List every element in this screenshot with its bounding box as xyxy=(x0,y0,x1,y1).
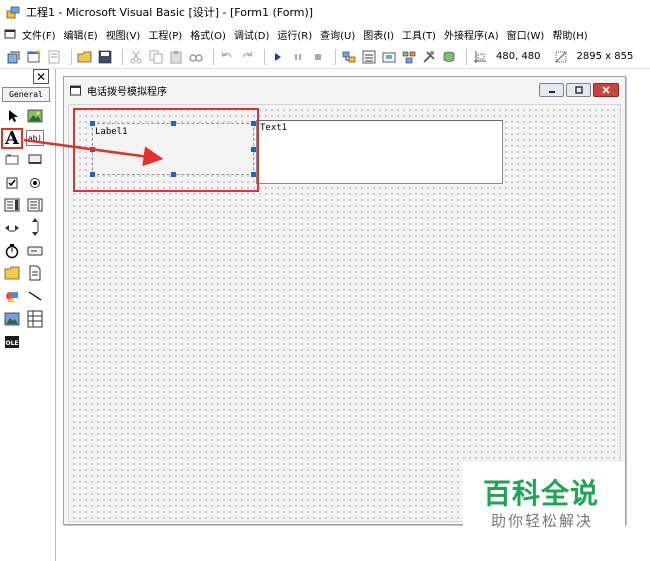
undo-icon[interactable] xyxy=(219,49,235,65)
menu-view[interactable]: 视图(V) xyxy=(106,27,141,42)
optionbutton-tool-icon[interactable] xyxy=(27,175,43,191)
menu-help[interactable]: 帮助(H) xyxy=(552,27,587,42)
watermark-subtitle: 助你轻松解决 xyxy=(491,512,594,530)
menu-edit[interactable]: 编辑(E) xyxy=(64,27,98,42)
toolbox-close-icon[interactable]: ✕ xyxy=(33,69,49,84)
shape-tool-icon[interactable] xyxy=(4,288,20,304)
vscrollbar-tool-icon[interactable] xyxy=(27,216,43,238)
data-view-icon[interactable] xyxy=(441,49,457,65)
menu-query[interactable]: 查询(U) xyxy=(320,27,355,42)
menu-run[interactable]: 运行(R) xyxy=(277,27,312,42)
listbox-tool-icon[interactable] xyxy=(27,197,43,213)
pointer-tool-icon[interactable] xyxy=(5,108,21,124)
cut-icon[interactable] xyxy=(128,49,144,65)
label-control-highlight xyxy=(73,108,259,192)
toolbar-separator xyxy=(335,48,336,65)
text1-content: Text1 xyxy=(260,123,288,133)
size-readout: 2895 x 855 xyxy=(576,51,634,62)
picturebox-tool-icon[interactable] xyxy=(27,108,43,124)
toolbar-separator xyxy=(71,48,72,65)
menu-file[interactable]: 文件(F) xyxy=(22,27,56,42)
add-form-icon[interactable] xyxy=(26,49,42,65)
svg-text:OLE: OLE xyxy=(5,340,18,347)
object-browser-icon[interactable] xyxy=(401,49,417,65)
hscrollbar-tool-icon[interactable] xyxy=(4,220,20,236)
image-tool-icon[interactable] xyxy=(4,311,20,327)
project-explorer-icon[interactable] xyxy=(341,49,357,65)
toolbox-icon[interactable] xyxy=(421,49,437,65)
standard-toolbar: 480, 480 2895 x 855 xyxy=(0,45,650,69)
copy-icon[interactable] xyxy=(148,49,164,65)
timer-tool-icon[interactable] xyxy=(4,243,20,259)
window-titlebar: 工程1 - Microsoft Visual Basic [设计] - [For… xyxy=(0,0,650,24)
toolbar-separator xyxy=(264,48,265,65)
form-caption: 电话拨号模拟程序 xyxy=(87,86,167,98)
paste-icon[interactable] xyxy=(168,49,184,65)
text1-control[interactable]: Text1 xyxy=(256,120,503,184)
dirlistbox-tool-icon[interactable] xyxy=(4,265,20,281)
add-project-icon[interactable] xyxy=(6,49,22,65)
close-button[interactable] xyxy=(593,83,619,97)
window-controls xyxy=(537,83,619,97)
minimize-button[interactable] xyxy=(539,83,564,97)
commandbutton-tool-icon[interactable] xyxy=(27,151,43,167)
redo-icon[interactable] xyxy=(239,49,255,65)
form-icon xyxy=(70,85,81,95)
combobox-tool-icon[interactable] xyxy=(4,197,20,213)
menu-bar: 文件(F) 编辑(E) 视图(V) 工程(P) 格式(O) 调试(D) 运行(R… xyxy=(0,24,650,44)
form-layout-icon[interactable] xyxy=(381,49,397,65)
toolbar-separator xyxy=(466,48,467,65)
find-icon[interactable] xyxy=(188,49,204,65)
maximize-button[interactable] xyxy=(566,83,591,97)
filelistbox-tool-icon[interactable] xyxy=(27,265,43,281)
label-tool-highlight xyxy=(1,128,23,149)
toolbar-separator xyxy=(122,48,123,65)
size-icon xyxy=(553,49,569,65)
menu-addins[interactable]: 外接程序(A) xyxy=(444,27,499,42)
window-title: 工程1 - Microsoft Visual Basic [设计] - [For… xyxy=(26,6,314,19)
menu-diagram[interactable]: 图表(I) xyxy=(363,27,394,42)
ole-tool-icon[interactable]: OLE xyxy=(4,334,20,350)
vb-app-icon xyxy=(6,6,20,19)
form-titlebar: 电话拨号模拟程序 xyxy=(64,77,625,103)
menu-editor-icon[interactable] xyxy=(46,49,62,65)
toolbar-separator xyxy=(213,48,214,65)
toolbox-general-tab[interactable]: General xyxy=(2,87,50,102)
properties-window-icon[interactable] xyxy=(361,49,377,65)
menu-project[interactable]: 工程(P) xyxy=(148,27,182,42)
position-icon xyxy=(472,49,488,65)
menu-window[interactable]: 窗口(W) xyxy=(507,27,545,42)
textbox-tool-icon[interactable]: ab| xyxy=(26,130,44,146)
watermark-title: 百科全说 xyxy=(483,477,600,510)
data-tool-icon[interactable] xyxy=(27,309,43,329)
open-project-icon[interactable] xyxy=(77,49,93,65)
menu-format[interactable]: 格式(O) xyxy=(190,27,226,42)
save-project-icon[interactable] xyxy=(97,49,113,65)
line-tool-icon[interactable] xyxy=(27,288,43,304)
end-icon[interactable] xyxy=(310,49,326,65)
watermark-logo: 百科全说 助你轻松解决 xyxy=(463,462,625,532)
break-icon[interactable] xyxy=(290,49,306,65)
drivelistbox-tool-icon[interactable] xyxy=(27,243,43,259)
position-readout: 480, 480 xyxy=(496,51,541,62)
frame-tool-icon[interactable] xyxy=(4,151,20,167)
menu-tools[interactable]: 工具(T) xyxy=(402,27,436,42)
checkbox-tool-icon[interactable] xyxy=(4,175,20,191)
start-icon[interactable] xyxy=(270,49,286,65)
form-window-icon[interactable] xyxy=(4,28,16,40)
menu-debug[interactable]: 调试(D) xyxy=(234,27,270,42)
